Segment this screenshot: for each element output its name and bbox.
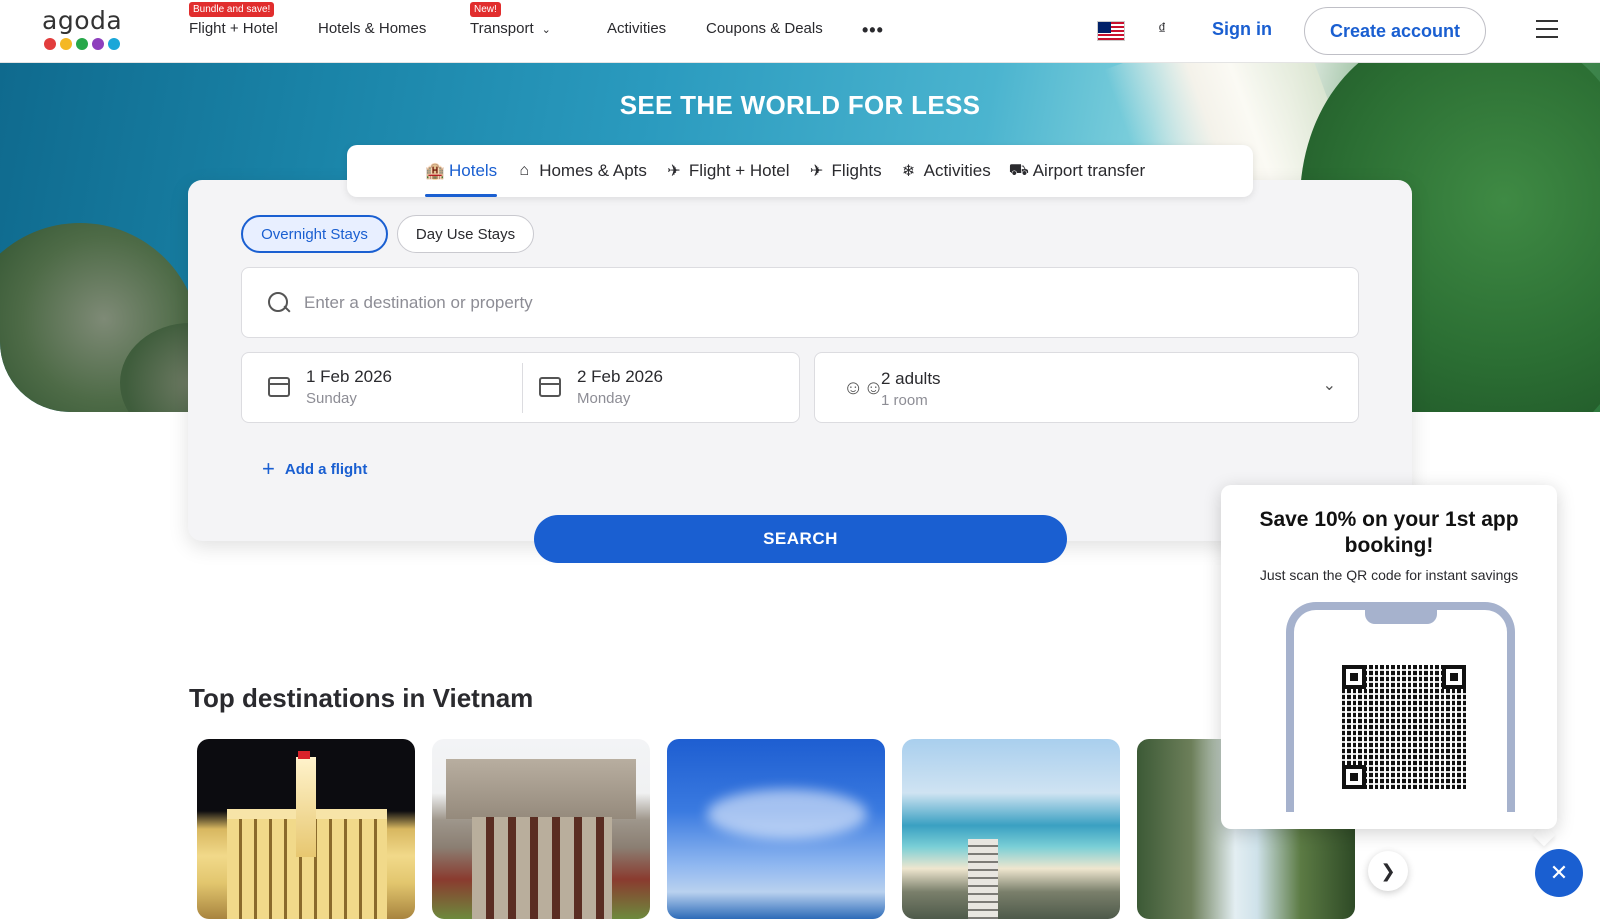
destination-input[interactable] [304,292,1204,313]
nav-label: Hotels & Homes [318,20,427,37]
new-badge: New! [470,2,501,17]
tab-flight-hotel[interactable]: ✈ Flight + Hotel [665,145,790,197]
adults-count: 2 adults [881,369,941,388]
tab-label: Airport transfer [1032,161,1146,180]
date-picker[interactable]: 1 Feb 2026 Sunday 2 Feb 2026 Monday [241,352,800,423]
search-icon [268,291,290,314]
destination-card-da-nang[interactable] [667,739,885,919]
destination-card-vung-tau[interactable] [902,739,1120,919]
more-menu-icon[interactable]: ••• [862,20,884,41]
agoda-logo[interactable]: agoda [42,8,126,54]
plus-icon: + [262,456,275,481]
occupancy-selector[interactable]: ☺☺ 2 adults 1 room ⌄ [814,352,1359,423]
hamburger-menu-icon[interactable] [1536,20,1558,38]
hotel-icon: 🏨 [425,163,445,180]
nav-label: Transport [470,20,534,37]
promo-title: Save 10% on your 1st app booking! [1259,508,1519,557]
nav-label: Activities [607,20,667,37]
date-divider [522,363,523,413]
destination-field[interactable] [241,267,1359,338]
top-header: agoda Bundle and save! Flight + Hotel Ho… [0,0,1600,63]
qr-code-image [1342,665,1466,789]
tab-activities[interactable]: ❄ Activities [900,145,991,197]
tab-airport-transfer[interactable]: ⛟ Airport transfer [1009,145,1145,197]
day-use-stays-toggle[interactable]: Day Use Stays [397,215,534,253]
tab-homes-apts[interactable]: ⌂ Homes & Apts [515,145,647,197]
promo-subtitle: Just scan the QR code for instant saving… [1259,567,1519,583]
plane-icon: ✈ [809,163,824,180]
chevron-down-icon: ⌄ [1322,377,1336,394]
overnight-stays-toggle[interactable]: Overnight Stays [241,215,388,253]
phone-illustration [1286,602,1515,812]
checkout-date[interactable]: 2 Feb 2026 Monday [539,367,663,407]
home-icon: ⌂ [519,162,530,179]
bundle-badge: Bundle and save! [189,2,275,17]
language-flag-icon[interactable] [1097,21,1125,41]
nav-label: Coupons & Deals [706,20,823,37]
tab-label: Hotels [449,161,498,180]
tab-flights[interactable]: ✈ Flights [808,145,882,197]
logo-text: agoda [42,6,123,35]
checkin-date-value: 1 Feb 2026 [306,367,393,386]
create-account-button[interactable]: Create account [1304,7,1486,55]
tab-label: Flights [831,161,882,180]
currency-selector[interactable]: ₫ [1158,21,1166,39]
nav-coupons-deals[interactable]: Coupons & Deals [706,20,823,37]
nav-label: Flight + Hotel [189,20,278,37]
destination-card-ho-chi-minh-city[interactable] [197,739,415,919]
car-icon: ⛟ [1008,162,1029,179]
calendar-out-icon [539,377,561,397]
checkout-day: Monday [577,390,631,407]
people-icon: ☺☺ [843,377,884,399]
nav-hotels-homes[interactable]: Hotels & Homes [318,20,426,37]
close-icon[interactable]: ✕ [1535,849,1583,897]
flight-hotel-icon: ✈ [667,163,681,180]
tab-label: Flight + Hotel [688,161,790,180]
destination-card-hanoi[interactable] [432,739,650,919]
add-flight-link[interactable]: + Add a flight [262,456,368,481]
logo-dots [44,38,126,50]
chevron-down-icon: ⌄ [541,24,551,36]
product-tabs: 🏨 Hotels ⌂ Homes & Apts ✈ Flight + Hotel… [347,145,1253,197]
sign-in-link[interactable]: Sign in [1212,19,1272,40]
add-flight-label: Add a flight [284,460,368,478]
nav-transport[interactable]: New! Transport ⌄ [470,2,551,37]
checkout-date-value: 2 Feb 2026 [577,367,664,386]
tab-label: Activities [923,161,991,180]
tab-label: Homes & Apts [539,161,647,180]
nav-activities[interactable]: Activities [607,20,666,37]
search-button[interactable]: SEARCH [534,515,1067,563]
app-promo-popup: Save 10% on your 1st app booking! Just s… [1221,485,1557,829]
checkin-day: Sunday [306,390,357,407]
rooms-count: 1 room [881,392,928,409]
activities-icon: ❄ [901,163,916,180]
top-destinations-title: Top destinations in Vietnam [189,683,534,713]
hero-title: SEE THE WORLD FOR LESS [619,90,981,120]
calendar-in-icon [268,377,290,397]
carousel-next-button[interactable]: ❯ [1368,851,1408,891]
tab-hotels[interactable]: 🏨 Hotels [425,145,498,197]
checkin-date[interactable]: 1 Feb 2026 Sunday [268,367,392,407]
nav-flight-hotel[interactable]: Bundle and save! Flight + Hotel [189,2,278,37]
